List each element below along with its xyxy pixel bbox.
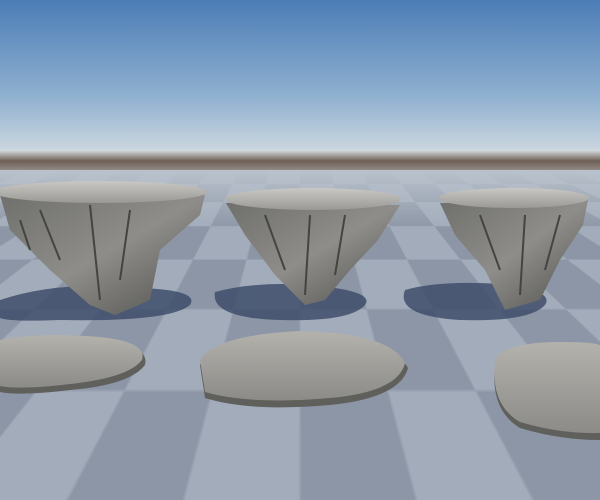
stone-slab-right [494, 342, 600, 440]
stone-slab-middle [200, 331, 408, 408]
scene-objects [0, 181, 600, 440]
3d-viewport[interactable] [0, 0, 600, 500]
stone-slab-left [0, 335, 146, 394]
